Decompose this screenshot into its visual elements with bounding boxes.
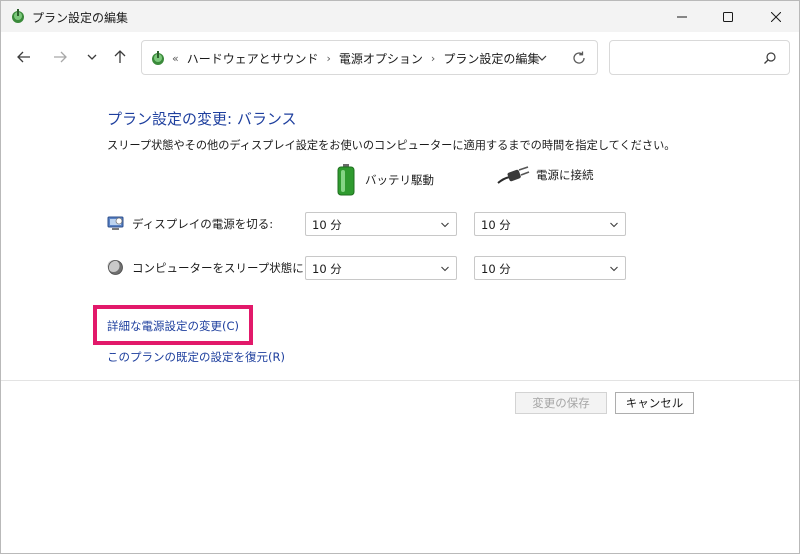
minimize-icon [677,16,687,17]
arrow-right-icon [54,51,67,63]
cancel-button[interactable]: キャンセル [615,392,694,414]
advanced-power-settings-link[interactable]: 詳細な電源設定の変更(C) [107,318,239,334]
breadcrumb-item-edit-plan[interactable]: プラン設定の編集 [443,50,539,67]
page-description: スリープ状態やその他のディスプレイ設定をお使いのコンピューターに適用するまでの時… [107,139,676,152]
search-input[interactable] [609,40,790,75]
chevron-down-icon [610,222,618,228]
save-changes-button[interactable]: 変更の保存 [515,392,607,414]
battery-icon [337,164,355,196]
back-button[interactable] [11,44,37,70]
refresh-button[interactable] [570,49,588,67]
breadcrumb-item-hardware-sound[interactable]: ハードウェアとサウンド [187,50,319,67]
display-off-plugged-select[interactable]: 10 分 [474,212,626,236]
plan-settings-window: プラン設定の編集 « ハードウェアとサウンド › 電源オプション › プラン設定… [0,0,800,554]
chevron-down-icon [441,266,449,272]
window-title: プラン設定の編集 [32,11,129,25]
close-button[interactable] [753,1,799,32]
close-icon [771,11,781,22]
plugged-column-label: 電源に接続 [536,168,594,182]
address-dropdown-button[interactable] [534,50,550,66]
sleep-moon-icon [107,260,123,275]
breadcrumb-separator-icon[interactable]: › [431,52,435,65]
title-bar: プラン設定の編集 [1,1,799,32]
display-off-battery-select[interactable]: 10 分 [305,212,457,236]
battery-column-label: バッテリ駆動 [365,173,434,187]
breadcrumb-separator-icon[interactable]: › [327,52,331,65]
address-bar[interactable]: « ハードウェアとサウンド › 電源オプション › プラン設定の編集 [141,40,598,75]
search-icon [764,52,776,64]
maximize-button[interactable] [705,1,751,32]
chevron-down-icon [610,266,618,272]
up-button[interactable] [107,44,133,70]
sleep-battery-select[interactable]: 10 分 [305,256,457,280]
plugged-column-header: 電源に接続 [496,164,594,186]
chevron-down-icon [87,54,97,60]
forward-button[interactable] [47,44,73,70]
navigation-bar: « ハードウェアとサウンド › 電源オプション › プラン設定の編集 [1,32,799,84]
page-title: プラン設定の変更: バランス [107,110,297,128]
recent-locations-button[interactable] [79,44,105,70]
footer: 変更の保存 キャンセル [1,381,799,553]
arrow-up-icon [114,50,126,63]
breadcrumb-item-power-options[interactable]: 電源オプション [339,50,423,67]
restore-defaults-link[interactable]: このプランの既定の設定を復元(R) [107,349,285,365]
sleep-setting-row: コンピューターをスリープ状態にする: 10 分 10 分 [107,256,667,280]
sleep-label: コンピューターをスリープ状態にする: [132,261,331,275]
chevron-down-icon [537,55,547,61]
select-value: 10 分 [312,262,342,276]
monitor-power-icon [107,216,124,230]
display-off-setting-row: ディスプレイの電源を切る: 10 分 10 分 [107,212,667,236]
plan-settings-content: プラン設定の変更: バランス スリープ状態やその他のディスプレイ設定をお使いのコ… [1,84,799,380]
breadcrumb-overflow[interactable]: « [172,52,179,65]
minimize-button[interactable] [659,1,705,32]
power-plug-icon [497,166,530,184]
breadcrumb: « ハードウェアとサウンド › 電源オプション › プラン設定の編集 [172,50,539,67]
arrow-left-icon [17,51,30,63]
select-value: 10 分 [481,262,511,276]
select-value: 10 分 [481,218,511,232]
power-options-icon [12,9,24,23]
battery-column-header: バッテリ駆動 [337,164,434,196]
chevron-down-icon [441,222,449,228]
power-options-icon [152,51,164,65]
maximize-icon [723,11,733,22]
refresh-icon [573,51,585,64]
select-value: 10 分 [312,218,342,232]
display-off-label: ディスプレイの電源を切る: [132,217,274,231]
sleep-plugged-select[interactable]: 10 分 [474,256,626,280]
